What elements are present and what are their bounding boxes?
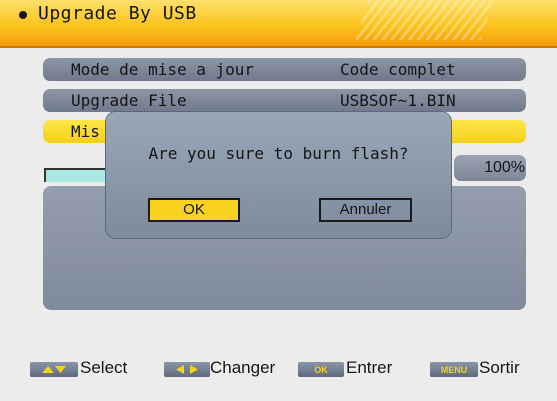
page-title: Upgrade By USB — [38, 3, 197, 24]
progress-percent-badge: 100% — [454, 155, 526, 181]
ok-button[interactable]: OK — [148, 198, 240, 222]
menu-row-label: Mode de mise a jour — [71, 60, 255, 79]
menu-row-upgrade-file[interactable]: Upgrade File USBSOF~1.BIN — [43, 89, 526, 112]
menu-row-value: Code complet — [340, 60, 456, 79]
footer-label-select: Select — [80, 358, 128, 377]
menu-row-value: USBSOF~1.BIN — [340, 91, 456, 110]
menu-row-label: Upgrade File — [71, 91, 187, 110]
confirm-dialog: Are you sure to burn flash? OK Annuler — [106, 112, 451, 238]
footer-label-changer: Changer — [210, 358, 276, 377]
up-down-arrows-icon — [30, 362, 78, 377]
menu-row-label: Mis — [71, 122, 100, 141]
header-bar: Upgrade By USB — [0, 0, 557, 48]
footer-label-sortir: Sortir — [479, 358, 520, 377]
footer-hints: Select Changer OK Entrer MENU Sortir — [0, 356, 557, 386]
header-decoration — [355, 0, 494, 40]
left-right-arrows-icon — [164, 362, 210, 377]
dialog-message: Are you sure to burn flash? — [148, 144, 409, 163]
menu-row-upgrade-mode[interactable]: Mode de mise a jour Code complet — [43, 58, 526, 81]
progress-percent-text: 100% — [484, 159, 525, 176]
cancel-button[interactable]: Annuler — [319, 198, 412, 222]
ok-key-icon: OK — [298, 362, 344, 377]
footer-label-entrer: Entrer — [346, 358, 393, 377]
bullet-icon — [19, 11, 27, 19]
menu-key-icon: MENU — [430, 362, 478, 377]
